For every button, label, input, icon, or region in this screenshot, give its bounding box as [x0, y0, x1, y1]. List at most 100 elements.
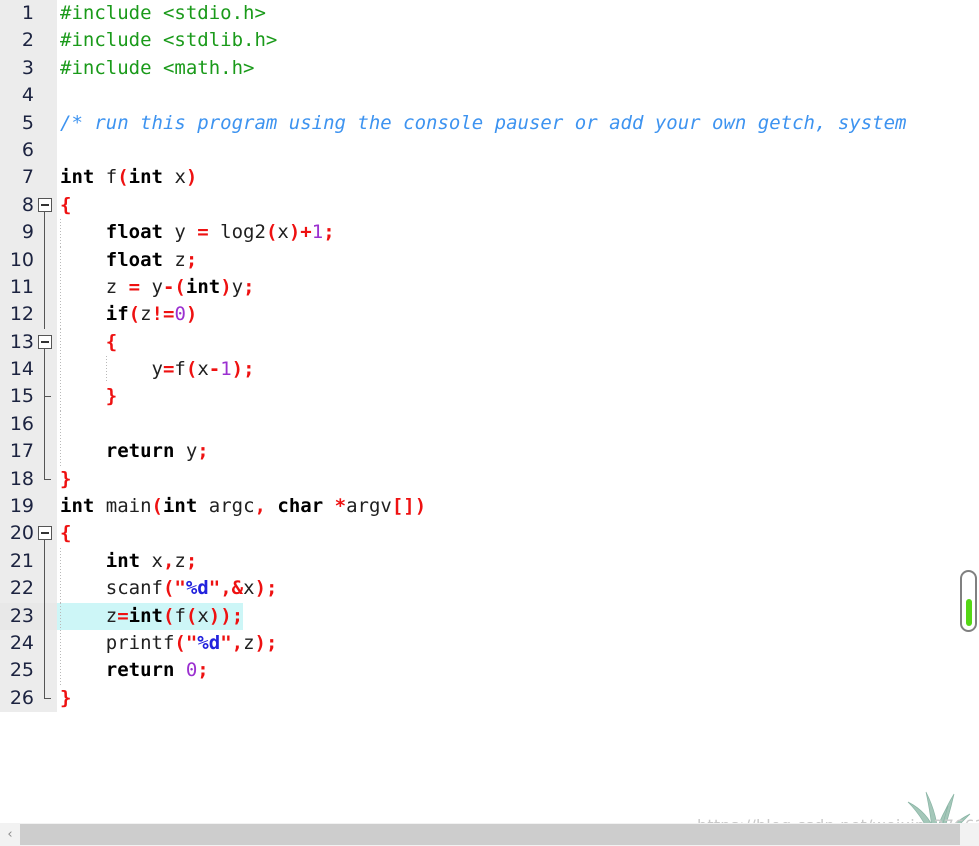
- code-token: #include: [60, 29, 163, 52]
- code-token: f: [94, 166, 118, 189]
- fold-column[interactable]: [35, 55, 57, 82]
- code-token: ): [254, 631, 266, 654]
- indent-guide: [60, 301, 61, 329]
- code-token: x: [277, 221, 289, 244]
- code-line-text: {: [57, 328, 117, 357]
- code-editor-text-area[interactable]: 1 #include <stdio.h> 2 #include <stdlib.h> 3…: [0, 0, 979, 823]
- code-token: }: [60, 385, 118, 408]
- code-token: int: [60, 495, 95, 518]
- horizontal-scrollbar-thumb[interactable]: [20, 824, 960, 845]
- code-line[interactable]: 23 z=int(f(x));: [0, 602, 979, 630]
- code-line[interactable]: 10 float z;: [0, 246, 979, 274]
- code-line-text: /* run this program using the console pa…: [57, 110, 906, 137]
- code-token: #include: [60, 56, 163, 79]
- fold-column[interactable]: [35, 356, 57, 384]
- fold-column[interactable]: [35, 301, 57, 329]
- fold-guide-line: [44, 629, 45, 658]
- code-token: printf: [60, 631, 175, 654]
- fold-column[interactable]: [35, 684, 57, 712]
- code-token: y: [174, 440, 198, 463]
- fold-column[interactable]: [35, 520, 57, 548]
- code-token: float: [60, 248, 163, 271]
- code-line-text: int main(int argc, char *argv[]): [57, 493, 426, 520]
- code-token: ;: [197, 659, 209, 682]
- code-line[interactable]: 26}: [0, 684, 979, 713]
- code-token: (: [162, 577, 175, 600]
- code-line[interactable]: 6: [0, 136, 979, 165]
- code-line[interactable]: 4: [0, 82, 979, 110]
- fold-column[interactable]: [35, 493, 57, 520]
- fold-column[interactable]: [35, 0, 57, 27]
- code-line[interactable]: 1 #include <stdio.h>: [0, 0, 979, 28]
- fold-column[interactable]: [35, 164, 57, 191]
- fold-column[interactable]: [35, 383, 57, 411]
- code-token: ;: [197, 440, 209, 463]
- fold-column[interactable]: [35, 192, 57, 220]
- fold-guide-line: [44, 438, 45, 466]
- code-token: !=: [151, 303, 175, 326]
- indent-guide: [60, 328, 61, 357]
- fold-collapse-icon[interactable]: [38, 197, 52, 212]
- code-line[interactable]: 18}: [0, 465, 979, 494]
- fold-column[interactable]: [35, 438, 57, 466]
- code-line[interactable]: 19 int main(int argc, char *argv[]): [0, 493, 979, 521]
- code-line[interactable]: 24 printf("%d",z);: [0, 629, 979, 658]
- horizontal-scrollbar[interactable]: ‹: [0, 823, 979, 846]
- code-line[interactable]: 2 #include <stdlib.h>: [0, 27, 979, 55]
- code-line[interactable]: 21 int x,z;: [0, 547, 979, 576]
- code-line[interactable]: 9 float y = log2(x)+1;: [0, 219, 979, 247]
- fold-column[interactable]: [35, 27, 57, 54]
- fold-column[interactable]: [35, 602, 57, 630]
- fold-column[interactable]: [35, 410, 57, 439]
- code-line[interactable]: 13 {: [0, 328, 979, 357]
- code-line[interactable]: 8{: [0, 191, 979, 220]
- code-line[interactable]: 11 z = y-(int)y;: [0, 273, 979, 302]
- fold-column[interactable]: [35, 273, 57, 302]
- fold-column[interactable]: [35, 465, 57, 493]
- code-token: +: [300, 221, 312, 244]
- fold-column[interactable]: [35, 329, 57, 357]
- code-line[interactable]: 17 return y;: [0, 438, 979, 466]
- indent-guide: [60, 629, 61, 658]
- code-line-text: }: [57, 466, 71, 493]
- fold-guide-line: [44, 540, 45, 548]
- code-token: (: [265, 221, 278, 244]
- fold-column[interactable]: [35, 110, 57, 137]
- code-line[interactable]: 7 int f(int x): [0, 164, 979, 192]
- code-token: z: [174, 549, 186, 572]
- fold-column[interactable]: [35, 219, 57, 247]
- fold-column[interactable]: [35, 575, 57, 603]
- code-token: }: [60, 467, 72, 490]
- fold-collapse-icon[interactable]: [38, 526, 52, 541]
- code-line[interactable]: 22 scanf("%d",&x);: [0, 575, 979, 603]
- code-token: 0: [174, 303, 186, 326]
- fold-column[interactable]: [35, 82, 57, 109]
- code-token: ": [208, 577, 221, 600]
- fold-column[interactable]: [35, 246, 57, 274]
- code-line[interactable]: 3 #include <math.h>: [0, 54, 979, 83]
- fold-guide-line: [44, 219, 45, 247]
- fold-column[interactable]: [35, 137, 57, 164]
- code-token: ;: [266, 631, 278, 654]
- fold-column[interactable]: [35, 657, 57, 685]
- vertical-gauge-indicator[interactable]: [960, 570, 977, 632]
- code-line[interactable]: 12 if(z!=0): [0, 301, 979, 329]
- code-line[interactable]: 16: [0, 410, 979, 439]
- code-token: ): [288, 221, 301, 244]
- code-line[interactable]: 20{: [0, 520, 979, 548]
- code-line[interactable]: 14 y=f(x-1);: [0, 356, 979, 384]
- fold-column[interactable]: [35, 629, 57, 658]
- code-line[interactable]: 5/* run this program using the console p…: [0, 109, 979, 137]
- fold-collapse-icon[interactable]: [38, 334, 52, 349]
- code-token: ": [220, 631, 232, 654]
- fold-end-bracket: [44, 465, 51, 480]
- fold-guide-line: [44, 657, 45, 685]
- code-token: z: [60, 604, 118, 627]
- code-token: return: [60, 440, 175, 463]
- scroll-left-arrow-icon[interactable]: ‹: [0, 823, 20, 846]
- indent-guide: [60, 410, 61, 439]
- indent-guide: [60, 246, 61, 274]
- code-line[interactable]: 25 return 0;: [0, 657, 979, 685]
- code-line[interactable]: 15 }: [0, 383, 979, 411]
- fold-column[interactable]: [35, 547, 57, 576]
